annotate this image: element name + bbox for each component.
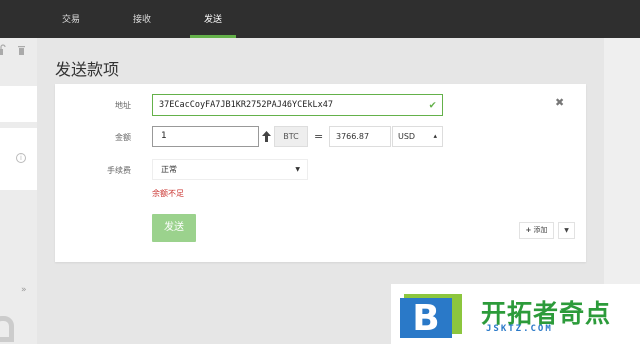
tab-receive[interactable]: 接收 — [119, 0, 165, 38]
amount-input[interactable]: 1 — [152, 126, 259, 147]
watermark: B 开拓者奇点 JSKTZ.COM — [391, 284, 640, 344]
tab-send[interactable]: 发送 — [190, 0, 236, 38]
address-input[interactable]: 37ECacCoyFA7JB1KR2752PAJ46YCEkLx47 ✔ — [152, 94, 443, 116]
amount-label: 金额 — [115, 133, 131, 142]
fee-value: 正常 — [161, 165, 177, 174]
collapse-icon[interactable]: » — [21, 285, 27, 295]
btc-unit-label: BTC — [274, 126, 308, 147]
insufficient-balance-error: 余额不足 — [152, 189, 184, 198]
chevron-down-icon: ▼ — [295, 166, 300, 173]
add-button[interactable]: + 添加 — [519, 222, 554, 239]
lock-icon — [0, 316, 14, 342]
send-button[interactable]: 发送 — [152, 214, 196, 242]
send-form-card: 地址 37ECacCoyFA7JB1KR2752PAJ46YCEkLx47 ✔ … — [55, 84, 586, 262]
address-value: 37ECacCoyFA7JB1KR2752PAJ46YCEkLx47 — [159, 100, 333, 110]
fee-select[interactable]: 正常 ▼ — [152, 159, 308, 180]
updown-caret-icon: ▴ — [433, 132, 437, 140]
page-title: 发送款项 — [55, 60, 120, 79]
sidebar-account-card[interactable] — [0, 86, 37, 122]
currency-select[interactable]: USD ▴ — [392, 126, 443, 147]
close-icon[interactable]: ✖ — [555, 96, 564, 109]
sidebar — [0, 38, 37, 344]
check-icon: ✔ — [429, 98, 436, 111]
plus-icon: + — [525, 226, 532, 234]
tab-trade[interactable]: 交易 — [48, 0, 94, 38]
equals-sign: = — [314, 130, 324, 143]
watermark-logo: B — [400, 294, 462, 338]
add-dropdown-caret-icon[interactable]: ▼ — [558, 222, 575, 239]
add-button-label: 添加 — [533, 226, 548, 234]
watermark-letter: B — [412, 298, 439, 338]
watermark-url: JSKTZ.COM — [486, 324, 553, 334]
top-nav-bar: 交易 接收 发送 — [0, 0, 640, 38]
info-icon[interactable]: i — [16, 153, 26, 163]
trash-icon[interactable] — [17, 44, 27, 56]
currency-value: USD — [398, 132, 416, 141]
fiat-amount-input[interactable]: 3766.87 — [329, 126, 391, 147]
arrow-up-icon[interactable] — [260, 126, 273, 147]
address-label: 地址 — [115, 101, 131, 110]
fee-label: 手续费 — [107, 166, 131, 175]
